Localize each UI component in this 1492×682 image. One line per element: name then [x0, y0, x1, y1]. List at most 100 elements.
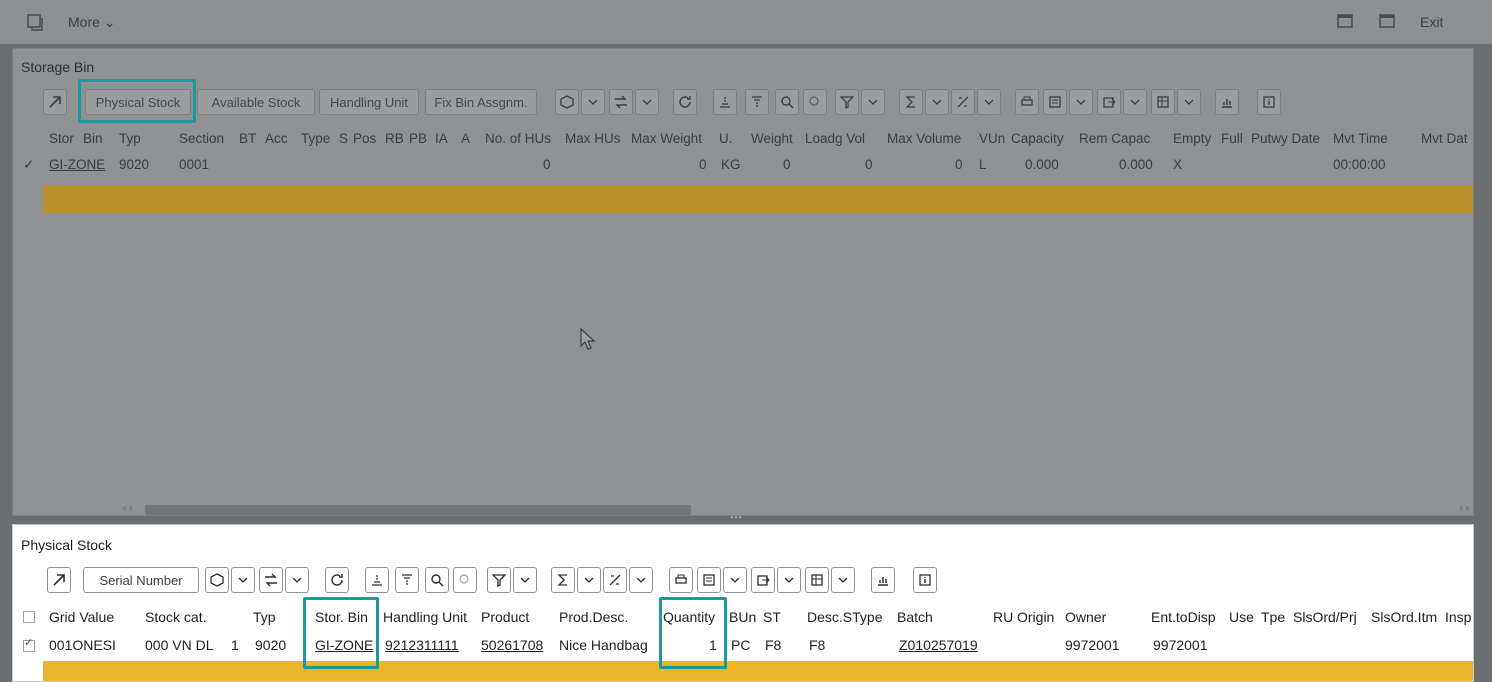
search-icon[interactable]	[775, 89, 799, 115]
views-icon[interactable]	[697, 567, 721, 593]
col-a[interactable]: A	[461, 131, 470, 146]
row-check-icon[interactable]: ✓	[23, 157, 34, 173]
scrollbar-thumb[interactable]	[145, 505, 691, 515]
col-empty[interactable]: Empty	[1173, 131, 1211, 146]
chevron-down-icon[interactable]	[635, 89, 659, 115]
col-vun[interactable]: VUn	[979, 131, 1005, 146]
export-icon[interactable]	[751, 567, 775, 593]
col-typ[interactable]: Typ	[119, 131, 141, 146]
filter-icon[interactable]	[487, 567, 511, 593]
col-s[interactable]: S	[339, 131, 348, 146]
col-typ[interactable]: Typ	[253, 609, 276, 625]
search-next-icon[interactable]	[803, 89, 827, 115]
col-capacity[interactable]: Capacity	[1011, 131, 1064, 146]
col-rem-capac[interactable]: Rem Capac	[1079, 131, 1150, 146]
panel-splitter[interactable]: ⋯	[0, 510, 1492, 524]
col-stor[interactable]: Stor	[49, 131, 74, 146]
col-grid-value[interactable]: Grid Value	[49, 609, 114, 625]
col-putwy-date[interactable]: Putwy Date	[1251, 131, 1320, 146]
col-ent-to-disp[interactable]: Ent.toDisp	[1151, 609, 1216, 625]
col-product[interactable]: Product	[481, 609, 529, 625]
stor-bin-link[interactable]: GI-ZONE	[315, 637, 373, 653]
layout-icon[interactable]	[805, 567, 829, 593]
info-icon[interactable]	[1257, 89, 1281, 115]
details-icon[interactable]	[47, 567, 71, 593]
fix-bin-assign-button[interactable]: Fix Bin Assgnm.	[425, 89, 537, 115]
chevron-down-icon[interactable]	[231, 567, 255, 593]
sum-icon[interactable]	[551, 567, 575, 593]
info-icon[interactable]	[913, 567, 937, 593]
fullscreen-icon[interactable]	[1378, 12, 1396, 32]
col-ia[interactable]: IA	[435, 131, 448, 146]
transfer-icon[interactable]	[609, 89, 633, 115]
details-icon[interactable]	[43, 89, 67, 115]
col-bun[interactable]: BUn	[729, 609, 756, 625]
layout-icon[interactable]	[1151, 89, 1175, 115]
chart-icon[interactable]	[1215, 89, 1239, 115]
chevron-down-icon[interactable]	[577, 567, 601, 593]
col-slsord-itm[interactable]: SlsOrd.Itm	[1371, 609, 1437, 625]
available-stock-button[interactable]: Available Stock	[197, 89, 315, 115]
col-bt[interactable]: BT	[239, 131, 256, 146]
col-type[interactable]: Type	[301, 131, 330, 146]
select-all-checkbox[interactable]	[23, 611, 35, 623]
col-handling-unit[interactable]: Handling Unit	[383, 609, 467, 625]
views-icon[interactable]	[1043, 89, 1067, 115]
export-icon[interactable]	[1097, 89, 1121, 115]
chevron-down-icon[interactable]	[777, 567, 801, 593]
col-full[interactable]: Full	[1221, 131, 1243, 146]
handling-unit-button[interactable]: Handling Unit	[319, 89, 419, 115]
transfer-icon[interactable]	[259, 567, 283, 593]
chevron-down-icon[interactable]	[861, 89, 885, 115]
col-max-hus[interactable]: Max HUs	[565, 131, 621, 146]
col-mvt-dat[interactable]: Mvt Dat	[1421, 131, 1468, 146]
col-prod-desc[interactable]: Prod.Desc.	[559, 609, 628, 625]
col-st[interactable]: ST	[763, 609, 781, 625]
table-row[interactable]: ✓ GI-ZONE 9020 0001 0 0 KG 0 0 0 L 0.000…	[13, 157, 1473, 181]
col-quantity[interactable]: Quantity	[663, 609, 715, 625]
chevron-down-icon[interactable]	[1069, 89, 1093, 115]
col-max-weight[interactable]: Max Weight	[631, 131, 702, 146]
col-section[interactable]: Section	[179, 131, 224, 146]
col-desc-stype[interactable]: Desc.SType	[807, 609, 882, 625]
chart-icon[interactable]	[871, 567, 895, 593]
col-no-hus[interactable]: No. of HUs	[485, 131, 551, 146]
splitter-handle-icon[interactable]: ⋯	[730, 510, 742, 524]
col-stock-cat[interactable]: Stock cat.	[145, 609, 206, 625]
window-icon[interactable]	[1336, 12, 1354, 32]
horizontal-scrollbar[interactable]: ‹ › ‹ ›	[123, 503, 1469, 515]
chevron-down-icon[interactable]	[285, 567, 309, 593]
subtotal-icon[interactable]	[951, 89, 975, 115]
col-pb[interactable]: PB	[409, 131, 427, 146]
cube-icon[interactable]	[205, 567, 229, 593]
sort-descending-icon[interactable]	[745, 89, 769, 115]
refresh-icon[interactable]	[673, 89, 697, 115]
chevron-down-icon[interactable]	[581, 89, 605, 115]
scroll-right-icon[interactable]: ‹ ›	[1460, 503, 1469, 514]
col-pos[interactable]: Pos	[353, 131, 376, 146]
selected-row[interactable]	[43, 185, 1473, 213]
sort-descending-icon[interactable]	[395, 567, 419, 593]
col-weight[interactable]: Weight	[751, 131, 793, 146]
print-icon[interactable]	[669, 567, 693, 593]
col-use[interactable]: Use	[1229, 609, 1254, 625]
chevron-down-icon[interactable]	[925, 89, 949, 115]
sort-ascending-icon[interactable]	[365, 567, 389, 593]
col-tpe[interactable]: Tpe	[1261, 609, 1285, 625]
handling-unit-link[interactable]: 9212311111	[385, 637, 459, 653]
col-rb[interactable]: RB	[385, 131, 404, 146]
col-origin[interactable]: Origin	[1017, 609, 1054, 625]
sum-icon[interactable]	[899, 89, 923, 115]
chevron-down-icon[interactable]	[831, 567, 855, 593]
col-slsord-prj[interactable]: SlsOrd/Prj	[1293, 609, 1357, 625]
col-bin[interactable]: Bin	[83, 131, 103, 146]
chevron-down-icon[interactable]	[513, 567, 537, 593]
chevron-down-icon[interactable]	[1177, 89, 1201, 115]
print-icon[interactable]	[1015, 89, 1039, 115]
table-row[interactable]: ✓ 001ONESI 000 VN DL 1 9020 GI-ZONE 9212…	[13, 637, 1473, 661]
col-ru[interactable]: RU	[993, 609, 1013, 625]
col-acc[interactable]: Acc	[265, 131, 288, 146]
search-icon[interactable]	[425, 567, 449, 593]
more-menu[interactable]: More ⌄	[68, 12, 116, 32]
product-link[interactable]: 50261708	[481, 637, 543, 653]
